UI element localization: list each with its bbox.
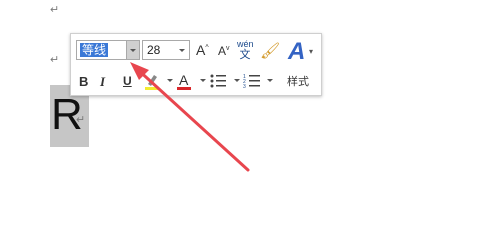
annotation-arrow — [130, 62, 250, 172]
